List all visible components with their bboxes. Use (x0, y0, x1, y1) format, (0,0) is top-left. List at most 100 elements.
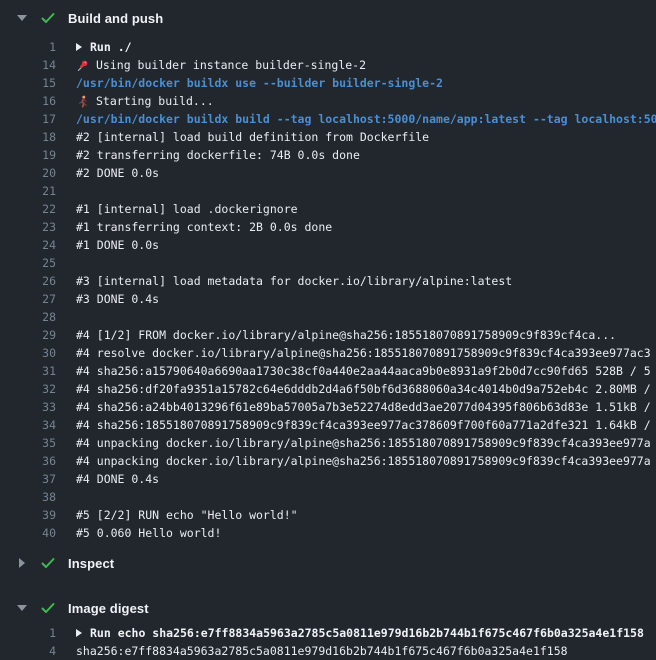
log-line: 38 (0, 488, 656, 506)
line-number[interactable]: 20 (0, 164, 56, 182)
line-number[interactable]: 19 (0, 146, 56, 164)
success-check-icon (40, 555, 56, 571)
log-line: 23 #1 transferring context: 2B 0.0s done (0, 218, 656, 236)
line-number[interactable]: 15 (0, 74, 56, 92)
line-number[interactable]: 24 (0, 236, 56, 254)
section-header-build-and-push[interactable]: Build and push (0, 0, 656, 36)
line-number[interactable]: 39 (0, 506, 56, 524)
log-text: Run ./ (76, 38, 132, 56)
pushpin-icon (76, 59, 89, 72)
log-line: 35 #4 unpacking docker.io/library/alpine@… (0, 434, 656, 452)
line-number[interactable]: 1 (0, 38, 56, 56)
chevron-down-icon[interactable] (17, 605, 27, 611)
log-line: 26 #3 [internal] load metadata for docker… (0, 272, 656, 290)
line-number[interactable]: 16 (0, 92, 56, 110)
log-line: 37 #4 DONE 0.4s (0, 470, 656, 488)
workflow-log-viewer: Build and push 1Run ./14Using builder in… (0, 0, 656, 660)
log-text: #5 [2/2] RUN echo "Hello world!" (76, 506, 298, 524)
section-header-image-digest[interactable]: Image digest (0, 592, 656, 624)
log-text: #2 transferring dockerfile: 74B 0.0s don… (76, 146, 360, 164)
log-line: 25 (0, 254, 656, 272)
line-number[interactable]: 36 (0, 452, 56, 470)
log-text: #4 unpacking docker.io/library/alpine@sh… (76, 452, 651, 470)
log-text: #2 DONE 0.0s (76, 164, 159, 182)
line-number[interactable]: 14 (0, 56, 56, 74)
log-text: #1 transferring context: 2B 0.0s done (76, 218, 332, 236)
log-line: 17/usr/bin/docker buildx build --tag loc… (0, 110, 656, 128)
log-line: 18 #2 [internal] load build definition fr… (0, 128, 656, 146)
log-text: #4 [1/2] FROM docker.io/library/alpine@s… (76, 326, 616, 344)
log-line: 30 #4 resolve docker.io/library/alpine@sh… (0, 344, 656, 362)
log-line: 31 #4 sha256:a15790640a6690aa1730c38cf0a4… (0, 362, 656, 380)
log-text: /usr/bin/docker buildx build --tag local… (76, 110, 656, 128)
section-title: Inspect (68, 556, 114, 571)
log-line: 20 #2 DONE 0.0s (0, 164, 656, 182)
runner-icon (76, 95, 89, 108)
line-number[interactable]: 27 (0, 290, 56, 308)
log-text: #1 [internal] load .dockerignore (76, 200, 298, 218)
log-line: 32 #4 sha256:df20fa9351a15782c64e6dddb2d4… (0, 380, 656, 398)
log-text: #4 sha256:df20fa9351a15782c64e6dddb2d4a6… (76, 380, 651, 398)
log-text: sha256:e7ff8834a5963a2785c5a0811e979d16b… (76, 642, 568, 660)
line-number[interactable]: 25 (0, 254, 56, 272)
success-check-icon (40, 600, 56, 616)
log-text: #5 0.060 Hello world! (76, 524, 221, 542)
log-text: Using builder instance builder-single-2 (76, 56, 366, 74)
log-text: Starting build... (76, 92, 214, 110)
log-line: 4 sha256:e7ff8834a5963a2785c5a0811e979d16… (0, 642, 656, 660)
log-line: 39 #5 [2/2] RUN echo "Hello world!" (0, 506, 656, 524)
log-text: #4 sha256:a24bb4013296f61e89ba57005a7b3e… (76, 398, 651, 416)
line-number[interactable]: 29 (0, 326, 56, 344)
line-number[interactable]: 40 (0, 524, 56, 542)
log-line: 16 Starting build... (0, 92, 656, 110)
log-block-image-digest: 1 Run echo sha256:e7ff8834a5963a2785c5a08… (0, 624, 656, 660)
line-number[interactable]: 22 (0, 200, 56, 218)
line-number[interactable]: 18 (0, 128, 56, 146)
section-title: Image digest (68, 601, 149, 616)
log-text: #4 sha256:a15790640a6690aa1730c38cf0a440… (76, 362, 651, 380)
line-number[interactable]: 30 (0, 344, 56, 362)
line-number[interactable]: 37 (0, 470, 56, 488)
line-number[interactable]: 23 (0, 218, 56, 236)
line-number[interactable]: 21 (0, 182, 56, 200)
log-text: #4 unpacking docker.io/library/alpine@sh… (76, 434, 651, 452)
log-text: #2 [internal] load build definition from… (76, 128, 429, 146)
log-line: 15/usr/bin/docker buildx use --builder b… (0, 74, 656, 92)
log-line: 19 #2 transferring dockerfile: 74B 0.0s d… (0, 146, 656, 164)
chevron-right-icon[interactable] (19, 558, 25, 568)
chevron-down-icon[interactable] (17, 15, 27, 21)
log-text: Run echo sha256:e7ff8834a5963a2785c5a081… (76, 624, 644, 642)
line-number[interactable]: 1 (0, 624, 56, 642)
line-number[interactable]: 33 (0, 398, 56, 416)
log-line: 1 Run ./ (0, 38, 656, 56)
line-number[interactable]: 32 (0, 380, 56, 398)
log-line: 21 (0, 182, 656, 200)
line-number[interactable]: 28 (0, 308, 56, 326)
line-number[interactable]: 4 (0, 642, 56, 660)
log-text: #4 resolve docker.io/library/alpine@sha2… (76, 344, 651, 362)
log-text: #4 DONE 0.4s (76, 470, 159, 488)
expand-run-icon[interactable] (76, 43, 82, 51)
log-text: /usr/bin/docker buildx use --builder bui… (76, 74, 443, 92)
log-line: 33 #4 sha256:a24bb4013296f61e89ba57005a7b… (0, 398, 656, 416)
log-text: #1 DONE 0.0s (76, 236, 159, 254)
line-number[interactable]: 26 (0, 272, 56, 290)
line-number[interactable]: 34 (0, 416, 56, 434)
log-line: 34 #4 sha256:185518070891758909c9f839cf4c… (0, 416, 656, 434)
log-text: #3 DONE 0.4s (76, 290, 159, 308)
section-header-inspect[interactable]: Inspect (0, 544, 656, 582)
log-line: 27 #3 DONE 0.4s (0, 290, 656, 308)
line-number[interactable]: 38 (0, 488, 56, 506)
log-line: 14 Using builder instance builder-single-… (0, 56, 656, 74)
line-number[interactable]: 31 (0, 362, 56, 380)
log-line: 40 #5 0.060 Hello world! (0, 524, 656, 542)
log-block-build-and-push: 1 Run ./ 14 Using builder instance builder-… (0, 38, 656, 542)
line-number[interactable]: 35 (0, 434, 56, 452)
log-line: 24 #1 DONE 0.0s (0, 236, 656, 254)
success-check-icon (40, 10, 56, 26)
log-line: 28 (0, 308, 656, 326)
log-text: #4 sha256:185518070891758909c9f839cf4ca3… (76, 416, 651, 434)
log-text: #3 [internal] load metadata for docker.i… (76, 272, 512, 290)
expand-run-icon[interactable] (76, 629, 82, 637)
line-number[interactable]: 17 (0, 110, 56, 128)
